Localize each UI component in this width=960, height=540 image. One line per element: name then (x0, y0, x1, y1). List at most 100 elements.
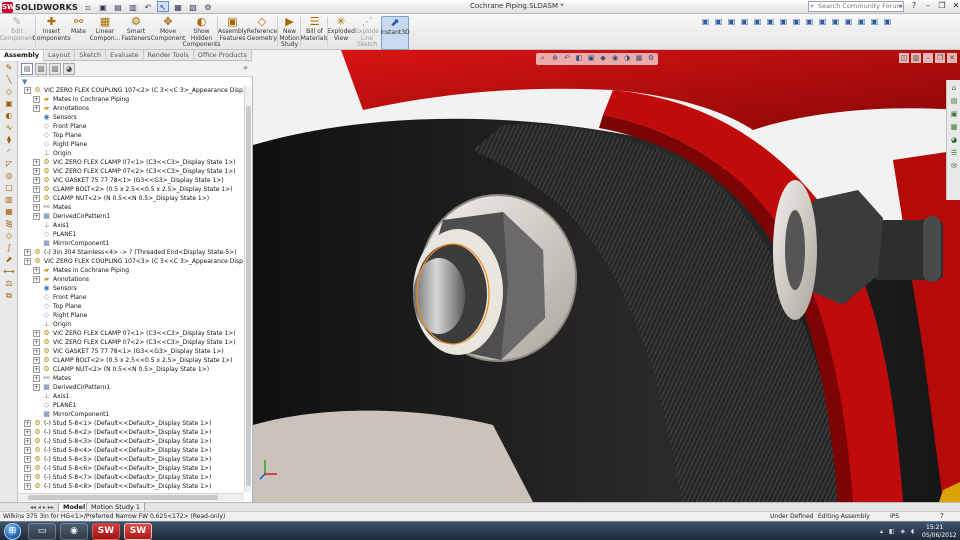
tree-node[interactable]: ◉ Sensors (18, 284, 243, 293)
help-icon[interactable]: ? (940, 512, 944, 521)
expand-toggle-icon[interactable]: + (24, 483, 31, 490)
sketch-tool-icon[interactable]: ✎ (2, 62, 16, 73)
close-button[interactable]: ✕ (950, 0, 960, 11)
expand-toggle-icon[interactable]: + (33, 339, 40, 346)
expand-toggle-icon[interactable]: + (33, 159, 40, 166)
zoom-to-area-icon[interactable]: ⊕ (550, 53, 560, 64)
tree-node[interactable]: + ▰ Mates in Cochrane Piping (18, 266, 243, 275)
custom-properties-icon[interactable]: ☰ (949, 148, 959, 158)
tree-node[interactable]: ◇ PLANE1 (18, 230, 243, 239)
expand-toggle-icon[interactable]: + (24, 474, 31, 481)
tree-node[interactable]: ◉ Sensors (18, 113, 243, 122)
featuremanager-tab[interactable]: ▤ (21, 63, 33, 75)
pattern-icon[interactable]: ▦ (2, 206, 16, 217)
sweep-icon[interactable]: ∿ (2, 122, 16, 133)
tile-view-icon[interactable]: ▥ (911, 53, 921, 63)
instant3d-tool-icon[interactable]: ⬈ (2, 254, 16, 265)
line-tool-icon[interactable]: ╲ (2, 74, 16, 85)
filter-icon[interactable]: ▼ (22, 78, 27, 86)
expand-toggle-icon[interactable]: + (33, 366, 40, 373)
tab-evaluate[interactable]: Evaluate (106, 50, 144, 61)
restore-button[interactable]: ❐ (936, 0, 948, 11)
edit-appearance-icon[interactable]: ◑ (622, 53, 632, 64)
tree-node[interactable]: + ⚙ VIC ZERO FLEX COUPLING 107<2> (C 3<<C … (18, 86, 243, 95)
tree-node[interactable]: + ⚙ VIC GASKET 75 77 78<1> (G3<<G3>_Displa… (18, 347, 243, 356)
expand-toggle-icon[interactable]: + (33, 204, 40, 211)
zoom-fit-icon[interactable]: ▣ (726, 16, 737, 27)
tree-node[interactable]: + ⚙ (-) Stud 5-8<5> (Default<<Default>_Dis… (18, 455, 243, 464)
zoom-area-icon[interactable]: ▣ (739, 16, 750, 27)
tree-node[interactable]: + ⚙ VIC ZERO FLEX COUPLING 107<3> (C 3<<C … (18, 257, 243, 266)
move-component-button[interactable]: ✥ Move Component (151, 16, 186, 50)
tree-node[interactable]: + ⚙ (-) Stud 5-8<7> (Default<<Default>_Dis… (18, 473, 243, 482)
measure-icon[interactable]: ⟷ (2, 266, 16, 277)
fillet-icon[interactable]: ◜ (2, 146, 16, 157)
expand-toggle-icon[interactable]: + (24, 258, 31, 265)
tree-node[interactable]: ◇ PLANE1 (18, 401, 243, 410)
expand-toggle-icon[interactable]: + (24, 249, 31, 256)
insert-components-button[interactable]: ✚ Insert Components (33, 16, 71, 50)
minimize-doc-icon[interactable]: – (923, 53, 933, 63)
show-hidden-components-button[interactable]: ◐ Show Hidden Components (183, 16, 221, 50)
open-icon[interactable]: ▣ (97, 1, 109, 12)
view-orientation-icon[interactable]: ▣ (700, 16, 711, 27)
chevron-down-icon[interactable]: ▾ (899, 2, 902, 11)
tree-node[interactable]: ▦ MirrorComponent1 (18, 239, 243, 248)
expand-toggle-icon[interactable]: + (24, 438, 31, 445)
tree-node[interactable]: + ⚙ CLAMP BOLT<2> (0.5 x 2.5<<0.5 x 2.5>_D… (18, 356, 243, 365)
chamfer-icon[interactable]: ◸ (2, 158, 16, 169)
tab-sketch[interactable]: Sketch (75, 50, 107, 61)
tree-node[interactable]: ▦ MirrorComponent1 (18, 410, 243, 419)
linear-compon-button[interactable]: ▦ Linear Compon... (90, 16, 121, 50)
restore-doc-icon[interactable]: ❐ (935, 53, 945, 63)
options-icon[interactable]: ⚙ (202, 1, 214, 12)
tree-node[interactable]: + ⚙ CLAMP NUT<2> (N 0.5<<N 0.5>_Display St… (18, 194, 243, 203)
hidden-lines-icon[interactable]: ▣ (843, 16, 854, 27)
clock-time[interactable]: 15:21 (926, 524, 943, 531)
tree-node[interactable]: + ⚙ CLAMP NUT<2> (N 0.5<<N 0.5>_Display St… (18, 365, 243, 374)
new-motion-study-button[interactable]: ▶ New Motion Study (279, 16, 300, 50)
tab-office-products[interactable]: Office Products (194, 50, 252, 61)
tab-render-tools[interactable]: Render Tools (144, 50, 194, 61)
forum-icon[interactable]: ✉ (949, 161, 959, 171)
tree-node[interactable]: + ⚙ (-) Stud 5-8<3> (Default<<Default>_Dis… (18, 437, 243, 446)
tree-node[interactable]: + ▰ Annotations (18, 104, 243, 113)
expand-toggle-icon[interactable]: + (33, 105, 40, 112)
hide-show-items-icon[interactable]: ◉ (610, 53, 620, 64)
tree-node[interactable]: + ⚙ CLAMP BOLT<2> (0.5 x 2.5<<0.5 x 2.5>_D… (18, 185, 243, 194)
explode-line-sketch-button[interactable]: ⋰ Explode Line Sketch (355, 16, 379, 50)
solidworks-taskbar-button-2[interactable]: SW (124, 523, 152, 540)
solidworks-taskbar-button-1[interactable]: SW (92, 523, 120, 540)
rib-icon[interactable]: ▥ (2, 194, 16, 205)
view-palette-icon[interactable]: ▦ (949, 122, 959, 132)
close-doc-icon[interactable]: ✕ (947, 53, 957, 63)
scrollbar-thumb[interactable] (28, 495, 218, 500)
minimize-button[interactable]: – (922, 0, 934, 11)
split-view-icon[interactable]: ◫ (899, 53, 909, 63)
expand-toggle-icon[interactable]: + (24, 420, 31, 427)
help-icon[interactable]: ? (908, 0, 920, 11)
start-button[interactable]: ⊞ (4, 523, 21, 540)
design-library-icon[interactable]: ▤ (949, 96, 959, 106)
expand-toggle-icon[interactable]: + (24, 456, 31, 463)
bill-of-materials-button[interactable]: ☰ Bill of Materials (301, 16, 329, 50)
tree-node[interactable]: + ▦ DerivedCirPattern1 (18, 383, 243, 392)
solidworks-logo[interactable]: SW SOLIDWORKS (2, 1, 78, 13)
hole-wizard-icon[interactable]: ◎ (2, 170, 16, 181)
graphics-area[interactable]: ⌕ ⊕ ↶ ◧ ▣ ◆ ◉ ◑ ▦ ⚙ ◫ ▥ – ❐ ✕ ⌂ ▤ ▣ ▦ ◕ … (253, 50, 960, 502)
tree-node[interactable]: + ⚙ VIC GASKET 75 77 78<1> (G3<<G3>_Displa… (18, 176, 243, 185)
expand-toggle-icon[interactable]: + (33, 267, 40, 274)
curves-icon[interactable]: ∫ (2, 242, 16, 253)
smart-fasteners-button[interactable]: ⚙ Smart Fasteners (122, 16, 151, 50)
displaymanager-tab[interactable]: ◕ (63, 63, 75, 75)
assembly-features-button[interactable]: ▣ Assembly Features (218, 16, 247, 50)
wireframe-icon[interactable]: ▣ (830, 16, 841, 27)
loft-icon[interactable]: ⧫ (2, 134, 16, 145)
expand-toggle-icon[interactable]: + (33, 384, 40, 391)
shadows-icon[interactable]: ▣ (869, 16, 880, 27)
measure-tool-icon[interactable]: ▣ (882, 16, 893, 27)
tab-assembly[interactable]: Assembly (0, 50, 45, 61)
tree-node[interactable]: + ⚙ (-) 3in 304 Stainless<4> -> ? (Threade… (18, 248, 243, 257)
print-icon[interactable]: ▥ (127, 1, 139, 12)
hide-show-icon[interactable]: ▣ (804, 16, 815, 27)
